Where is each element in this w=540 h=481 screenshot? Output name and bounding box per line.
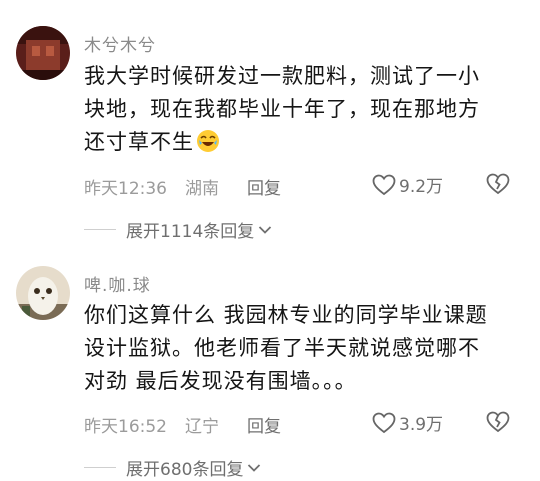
comment-username[interactable]: 木兮木兮 [84, 31, 156, 56]
divider-line [84, 229, 116, 230]
expand-replies-button[interactable]: 展开1114条回复 [84, 217, 272, 242]
comment-region: 辽宁 [185, 417, 219, 437]
chevron-down-icon [259, 225, 272, 234]
comment-text-line: 你们这算什么 我园林专业的同学毕业课题 [84, 303, 488, 327]
avatar[interactable] [16, 266, 70, 320]
comment-text: 你们这算什么 我园林专业的同学毕业课题 设计监狱。他老师看了半天就说感觉哪不 对… [84, 299, 520, 398]
like-button[interactable]: 3.9万 [372, 410, 443, 435]
comment-time: 昨天16:52 [84, 417, 167, 437]
comment-text-line: 我大学时候研发过一款肥料，测试了一小 [84, 64, 480, 88]
comment-text-line: 还寸草不生 [84, 126, 520, 159]
comment-text: 我大学时候研发过一款肥料，测试了一小 块地，现在我都毕业十年了，现在那地方 还寸… [84, 60, 520, 159]
dislike-button[interactable] [486, 173, 510, 199]
broken-heart-icon [486, 173, 510, 195]
heart-icon [372, 174, 396, 195]
like-count: 9.2万 [399, 177, 444, 197]
expand-replies-label: 展开680条回复 [126, 460, 244, 480]
comment-time: 昨天12:36 [84, 179, 167, 199]
comment-meta: 昨天16:52 辽宁 回复 [84, 412, 281, 437]
reply-button[interactable]: 回复 [247, 174, 281, 199]
comment-text-line: 对劲 最后发现没有围墙。。。 [84, 369, 357, 393]
avatar[interactable] [16, 26, 70, 80]
comment-text-line: 设计监狱。他老师看了半天就说感觉哪不 [84, 336, 480, 360]
dislike-button[interactable] [486, 411, 510, 437]
chevron-down-icon [248, 463, 261, 472]
expand-replies-label: 展开1114条回复 [126, 222, 255, 242]
broken-heart-icon [486, 411, 510, 433]
laughing-face-icon [196, 129, 220, 153]
comment-text-line: 块地，现在我都毕业十年了，现在那地方 [84, 97, 480, 121]
comment-meta: 昨天12:36 湖南 回复 [84, 174, 281, 199]
like-button[interactable]: 9.2万 [372, 172, 443, 197]
comment-username[interactable]: 啤.咖.球 [84, 271, 151, 296]
comment-region: 湖南 [185, 179, 219, 199]
divider-line [84, 467, 116, 468]
heart-icon [372, 412, 396, 433]
comment-text-line-content: 还寸草不生 [84, 130, 194, 154]
expand-replies-button[interactable]: 展开680条回复 [84, 455, 261, 480]
reply-button[interactable]: 回复 [247, 412, 281, 437]
like-count: 3.9万 [399, 415, 444, 435]
